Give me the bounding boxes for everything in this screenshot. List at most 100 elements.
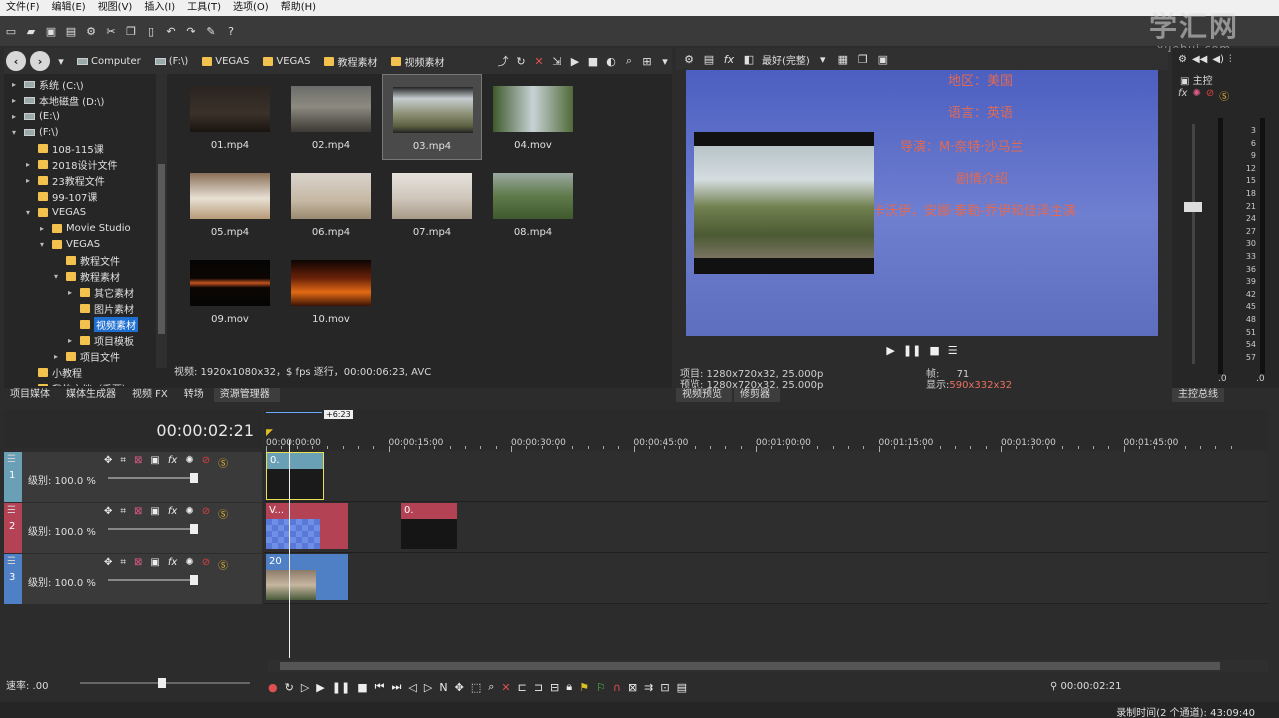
mute-icon[interactable]: ⊘ bbox=[202, 557, 210, 572]
solo-icon[interactable]: Ⓢ bbox=[218, 557, 228, 572]
track-header-2[interactable]: 2 ☰ 级别: 100.0 % ✥ ⌗ ⊠ ▣ fx ✺ ⊘ Ⓢ bbox=[4, 503, 262, 553]
tree-item[interactable]: 108-115课 bbox=[26, 140, 104, 156]
add-to-project-icon[interactable]: ⇲ bbox=[550, 54, 564, 68]
paste-icon[interactable]: ▯ bbox=[144, 24, 158, 38]
menu-tools[interactable]: 工具(T) bbox=[181, 0, 227, 16]
tab-media-generators[interactable]: 媒体生成器 bbox=[60, 388, 126, 402]
cut-icon[interactable]: ✂ bbox=[104, 24, 118, 38]
track-header-3[interactable]: 3 ☰ 级别: 100.0 % ✥ ⌗ ⊠ ▣ fx ✺ ⊘ Ⓢ bbox=[4, 554, 262, 604]
expand-arrow-icon[interactable]: ▸ bbox=[54, 352, 62, 361]
automation-icon[interactable]: ✺ bbox=[185, 455, 193, 470]
tree-item[interactable]: ▾ VEGAS bbox=[40, 236, 100, 252]
tree-item[interactable]: ▸ Movie Studio bbox=[40, 220, 131, 236]
marker-icon[interactable]: ⚑ bbox=[579, 681, 589, 694]
tab-video-fx[interactable]: 视频 FX bbox=[126, 388, 178, 402]
expand-arrow-icon[interactable]: ▾ bbox=[40, 240, 48, 249]
tab-master-bus[interactable]: 主控总线 bbox=[1172, 388, 1224, 402]
breadcrumb-computer[interactable]: Computer bbox=[72, 56, 146, 67]
overlays-grid-icon[interactable]: ▦ bbox=[836, 52, 850, 66]
play-icon[interactable]: ▶ bbox=[568, 54, 582, 68]
menu-icon[interactable]: ☰ bbox=[948, 344, 958, 357]
motion-icon[interactable]: ✥ bbox=[104, 506, 112, 521]
menu-insert[interactable]: 插入(I) bbox=[138, 0, 181, 16]
file-item-selected[interactable]: 03.mp4 bbox=[382, 74, 482, 160]
mute-icon[interactable]: ⊘ bbox=[202, 506, 210, 521]
gear-icon[interactable]: ⚙ bbox=[682, 52, 696, 66]
scrollbar-thumb[interactable] bbox=[280, 662, 1220, 670]
preview-quality-select[interactable]: 最好(完整) bbox=[762, 52, 810, 67]
loop-icon[interactable]: ↻ bbox=[285, 681, 294, 694]
composite-icon[interactable]: ▣ bbox=[150, 506, 159, 521]
file-item[interactable]: 09.mov bbox=[180, 248, 280, 334]
menu-options[interactable]: 选项(O) bbox=[227, 0, 275, 16]
scrollbar-thumb[interactable] bbox=[158, 164, 165, 334]
solo-icon[interactable]: Ⓢ bbox=[218, 506, 228, 521]
tree-item[interactable]: ▸ 我的文档（重要） bbox=[26, 380, 132, 386]
redo-icon[interactable]: ↷ bbox=[184, 24, 198, 38]
pause-icon[interactable]: ❚❚ bbox=[903, 344, 921, 357]
tree-item[interactable]: 99-107课 bbox=[26, 188, 97, 204]
timeline-ruler[interactable]: +6:23 ◤ 00:00:00:00 00:00:15:00 00:00:30:0… bbox=[264, 410, 1268, 452]
expand-arrow-icon[interactable]: ▸ bbox=[26, 176, 34, 185]
play-from-start-icon[interactable]: ▷ bbox=[301, 681, 309, 694]
pan-icon[interactable]: ⊠ bbox=[134, 506, 142, 521]
automation-icon[interactable]: ✺ bbox=[185, 506, 193, 521]
composite-icon[interactable]: ▣ bbox=[150, 455, 159, 470]
menu-edit[interactable]: 编辑(E) bbox=[46, 0, 92, 16]
region-icon[interactable]: ⚐ bbox=[596, 681, 606, 694]
expand-arrow-icon[interactable]: ▸ bbox=[68, 288, 76, 297]
marker-flag-icon[interactable]: ◤ bbox=[266, 428, 273, 438]
edit-tool-icon[interactable]: N bbox=[439, 681, 447, 694]
slider-knob[interactable] bbox=[190, 575, 198, 585]
level-slider[interactable] bbox=[108, 473, 198, 483]
forward-button[interactable]: › bbox=[30, 51, 50, 71]
auto-crossfade-icon[interactable]: ⊠ bbox=[628, 681, 637, 694]
loop-region[interactable] bbox=[266, 412, 322, 413]
tab-project-media[interactable]: 项目媒体 bbox=[4, 388, 60, 402]
video-clip[interactable]: V... bbox=[266, 503, 348, 549]
trim-start-icon[interactable]: ⊏ bbox=[518, 681, 527, 694]
play-icon[interactable]: ▶ bbox=[886, 344, 894, 357]
tree-item[interactable]: 教程文件 bbox=[54, 252, 120, 268]
expand-arrow-icon[interactable]: ▸ bbox=[12, 96, 20, 105]
track-menu-icon[interactable]: ☰ bbox=[7, 556, 16, 567]
rate-slider[interactable] bbox=[80, 678, 250, 688]
file-item[interactable]: 01.mp4 bbox=[180, 74, 280, 160]
slider-knob[interactable] bbox=[190, 473, 198, 483]
master-fader-knob[interactable] bbox=[1184, 202, 1202, 212]
stop-icon[interactable]: ■ bbox=[586, 54, 600, 68]
file-item[interactable]: 06.mp4 bbox=[281, 161, 381, 247]
refresh-icon[interactable]: ↻ bbox=[514, 54, 528, 68]
search-icon[interactable]: ⌕ bbox=[622, 54, 636, 68]
tree-item[interactable]: ▸ 2018设计文件 bbox=[26, 156, 117, 172]
video-clip[interactable]: 20 bbox=[266, 554, 348, 600]
stop-icon[interactable]: ■ bbox=[357, 681, 367, 694]
save-snapshot-icon[interactable]: ▣ bbox=[876, 52, 890, 66]
tree-item[interactable]: ▸ 23教程文件 bbox=[26, 172, 105, 188]
breadcrumb-tutorial-assets[interactable]: 教程素材 bbox=[319, 54, 382, 69]
track-lane-3[interactable]: 20 bbox=[264, 554, 1268, 604]
tree-item[interactable]: ▸ 本地磁盘 (D:\) bbox=[12, 92, 104, 108]
pan-icon[interactable]: ⊠ bbox=[134, 557, 142, 572]
tab-video-preview[interactable]: 视频预览 bbox=[676, 388, 732, 402]
track-menu-icon[interactable]: ☰ bbox=[7, 505, 16, 516]
file-item[interactable]: 07.mp4 bbox=[382, 161, 482, 247]
breadcrumb-drive[interactable]: (F:\) bbox=[150, 56, 194, 67]
ripple-edit-icon[interactable]: ⇉ bbox=[644, 681, 653, 694]
lock-icon[interactable]: 🔒︎ bbox=[566, 680, 572, 694]
tree-item[interactable]: ▸ 系统 (C:\) bbox=[12, 76, 84, 92]
undo-icon[interactable]: ↶ bbox=[164, 24, 178, 38]
help-cursor-icon[interactable]: ? bbox=[224, 24, 238, 38]
fx-icon[interactable]: fx bbox=[168, 557, 177, 572]
track-lane-1[interactable]: 0. bbox=[264, 452, 1268, 502]
record-icon[interactable]: ● bbox=[268, 681, 278, 694]
selection-tool-icon[interactable]: ⬚ bbox=[471, 681, 481, 694]
mute-icon[interactable]: ⊘ bbox=[202, 455, 210, 470]
delete-icon[interactable]: ✕ bbox=[501, 681, 510, 694]
file-item[interactable]: 04.mov bbox=[483, 74, 583, 160]
expand-arrow-icon[interactable]: ▾ bbox=[26, 208, 34, 217]
expand-arrow-icon[interactable]: ▸ bbox=[68, 336, 76, 345]
tree-item[interactable]: 图片素材 bbox=[68, 300, 134, 316]
expand-arrow-icon[interactable]: ▾ bbox=[12, 128, 20, 137]
tree-item[interactable]: ▸ 项目模板 bbox=[68, 332, 134, 348]
